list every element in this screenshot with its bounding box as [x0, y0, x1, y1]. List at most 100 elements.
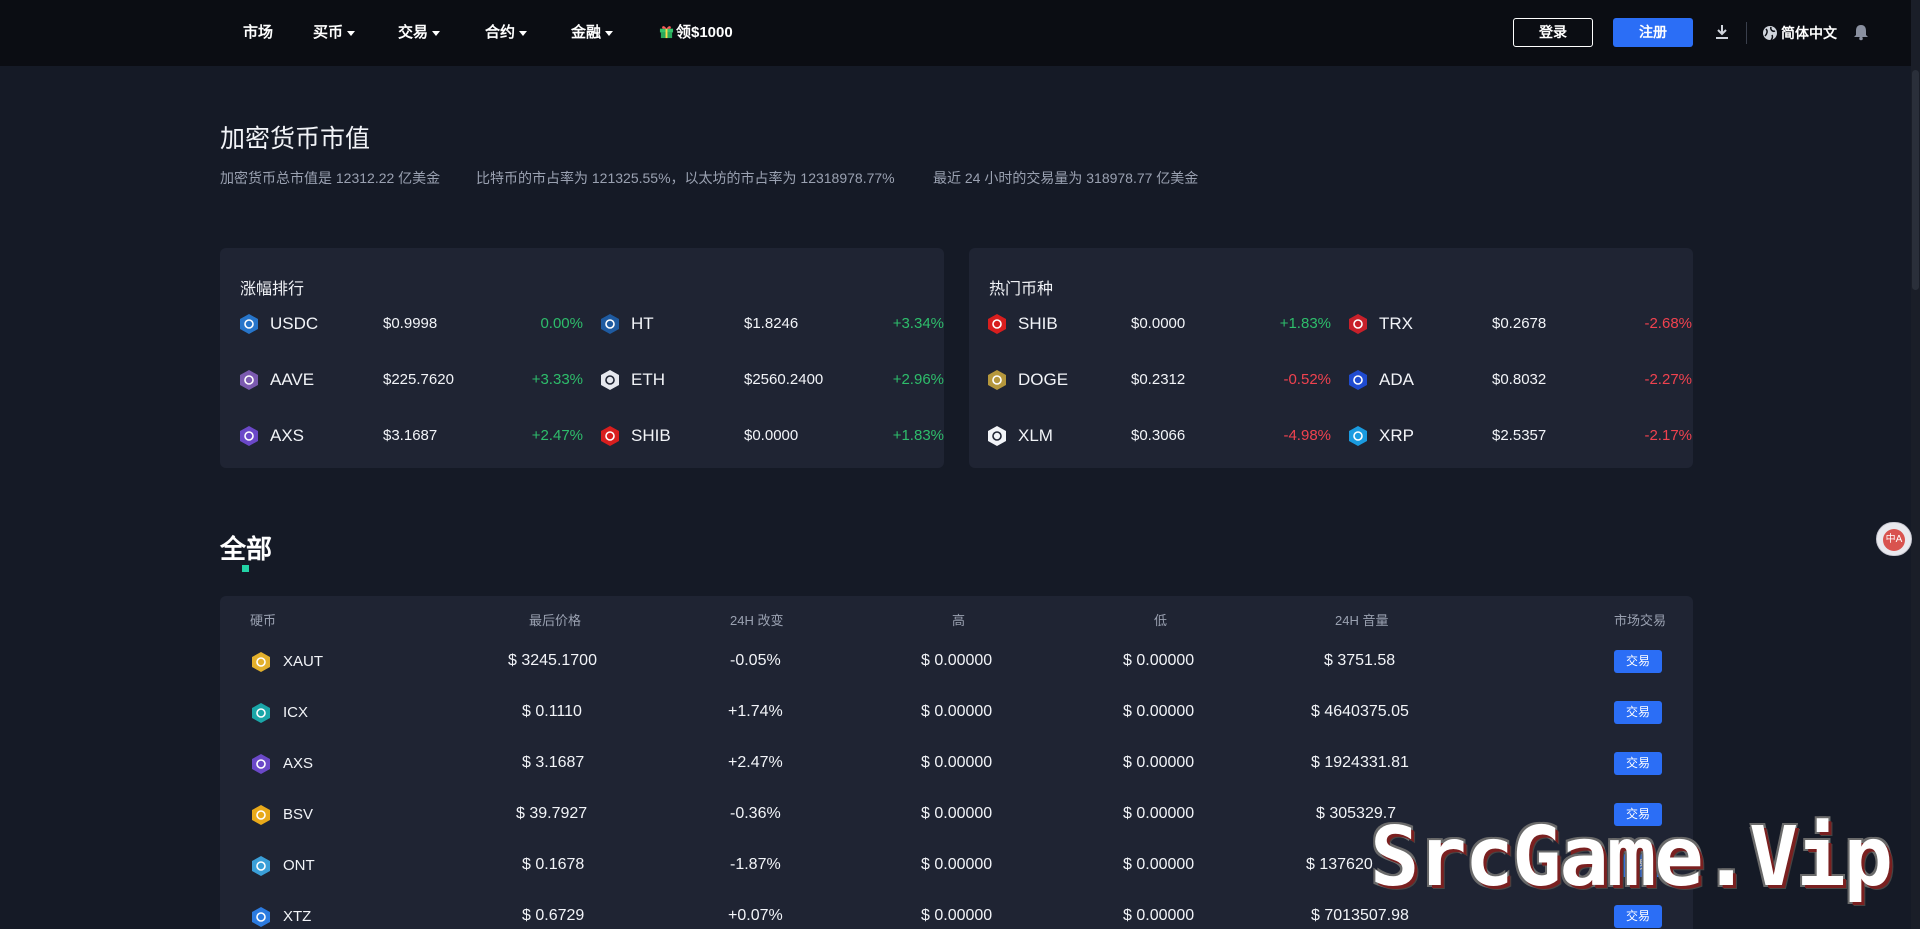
bsv-icon [250, 804, 272, 826]
axs-icon [250, 753, 272, 775]
coin-symbol: TRX [1379, 314, 1413, 333]
section-title: 全部 [220, 534, 273, 564]
translate-icon: 中A [1883, 529, 1905, 551]
coin-price: $0.0000 [744, 427, 799, 444]
trade-button[interactable]: 交易 [1614, 752, 1662, 775]
column-header-24h-volume: 24H 音量 [1335, 613, 1389, 628]
top-nav: 市场 买币 交易 合约 金融 领$1000 登录 注册 简体中文 [0, 0, 1920, 66]
xaut-icon [250, 651, 272, 673]
coin-symbol: USDC [270, 314, 319, 333]
coin-symbol: ADA [1379, 370, 1414, 389]
ranking-item[interactable]: AAVE $225.7620 +3.33% [238, 365, 583, 395]
summary-market-cap: 加密货币总市值是 12312.22 亿美金 [220, 170, 441, 186]
coin-change: +2.47% [531, 427, 583, 444]
coin-change: -4.98% [1283, 427, 1331, 444]
coin-price: $0.2678 [1492, 315, 1547, 332]
ranking-item[interactable]: XRP $2.5357 -2.17% [1347, 421, 1692, 451]
shib-icon [599, 425, 621, 447]
nav-trade[interactable]: 交易 [398, 22, 441, 44]
ranking-item[interactable]: SHIB $0.0000 +1.83% [986, 309, 1331, 339]
ranking-item[interactable]: AXS $3.1687 +2.47% [238, 421, 583, 451]
change-24h: -1.87% [730, 856, 781, 873]
nav-contract-label: 合约 [485, 24, 516, 41]
coin-change: -2.17% [1644, 427, 1692, 444]
coin-symbol: XAUT [283, 653, 324, 670]
register-button[interactable]: 注册 [1613, 18, 1693, 47]
coin-change: 0.00% [540, 315, 583, 332]
low-price: $ 0.00000 [1123, 805, 1195, 822]
download-icon[interactable] [1713, 23, 1731, 41]
chevron-down-icon [432, 30, 441, 36]
coin-symbol: BSV [283, 806, 314, 823]
column-header-24h-change: 24H 改变 [730, 613, 784, 628]
ranking-item[interactable]: HT $1.8246 +3.34% [599, 309, 944, 339]
scrollbar-track[interactable] [1911, 0, 1920, 929]
nav-finance[interactable]: 金融 [571, 22, 614, 44]
ranking-item[interactable]: DOGE $0.2312 -0.52% [986, 365, 1331, 395]
change-24h: +2.47% [728, 754, 783, 771]
ranking-item[interactable]: XLM $0.3066 -4.98% [986, 421, 1331, 451]
coin-symbol: ONT [283, 857, 315, 874]
trx-icon [1347, 313, 1369, 335]
aave-icon [238, 369, 260, 391]
ranking-item[interactable]: ADA $0.8032 -2.27% [1347, 365, 1692, 395]
table-row[interactable]: ICX $ 0.1110 +1.74% $ 0.00000 $ 0.00000 … [220, 687, 1693, 738]
trade-button[interactable]: 交易 [1614, 650, 1662, 673]
coin-symbol: AXS [283, 755, 314, 772]
last-price: $ 0.6729 [522, 907, 585, 924]
nav-market[interactable]: 市场 [243, 22, 273, 44]
change-24h: +0.07% [728, 907, 783, 924]
volume-24h: $ 4640375.05 [1311, 703, 1409, 720]
low-price: $ 0.00000 [1123, 754, 1195, 771]
login-button[interactable]: 登录 [1513, 18, 1593, 47]
coin-price: $225.7620 [383, 371, 454, 388]
table-row[interactable]: AXS $ 3.1687 +2.47% $ 0.00000 $ 0.00000 … [220, 738, 1693, 789]
coin-symbol: SHIB [1018, 314, 1058, 333]
coin-price: $0.2312 [1131, 371, 1186, 388]
nav-buy-crypto-label: 买币 [313, 24, 344, 41]
ht-icon [599, 313, 621, 335]
chevron-down-icon [347, 30, 356, 36]
ranking-item[interactable]: ETH $2560.2400 +2.96% [599, 365, 944, 395]
ranking-item[interactable]: TRX $0.2678 -2.68% [1347, 309, 1692, 339]
high-price: $ 0.00000 [921, 652, 993, 669]
coin-symbol: XLM [1018, 426, 1053, 445]
ont-icon [250, 855, 272, 877]
shib-icon [986, 313, 1008, 335]
coin-symbol: AAVE [270, 370, 315, 389]
language-label: 简体中文 [1781, 25, 1837, 41]
coin-change: -2.68% [1644, 315, 1692, 332]
last-price: $ 0.1110 [522, 703, 582, 720]
chevron-down-icon [519, 30, 528, 36]
coin-change: -0.52% [1283, 371, 1331, 388]
coin-price: $2.5357 [1492, 427, 1547, 444]
coin-symbol: DOGE [1018, 370, 1069, 389]
nav-divider [1746, 22, 1747, 44]
nav-contract[interactable]: 合约 [485, 22, 528, 44]
coin-symbol: ETH [631, 370, 665, 389]
coin-price: $3.1687 [383, 427, 438, 444]
coin-price: $0.9998 [383, 315, 438, 332]
high-price: $ 0.00000 [921, 907, 993, 924]
nav-promo[interactable]: 领$1000 [659, 22, 733, 44]
trade-button[interactable]: 交易 [1614, 905, 1662, 928]
change-24h: +1.74% [728, 703, 783, 720]
coin-price: $1.8246 [744, 315, 799, 332]
nav-buy-crypto[interactable]: 买币 [313, 22, 356, 44]
coin-symbol: ICX [283, 704, 309, 721]
ranking-item[interactable]: USDC $0.9998 0.00% [238, 309, 583, 339]
last-price: $ 3245.1700 [508, 652, 597, 669]
coin-symbol: AXS [270, 426, 305, 445]
top-gainers-card: 涨幅排行 USDC $0.9998 0.00% HT $1.8246 +3.34% AA… [220, 248, 944, 468]
column-header-coin: 硬币 [250, 613, 277, 628]
scrollbar-thumb[interactable] [1912, 70, 1919, 290]
coin-price: $0.0000 [1131, 315, 1186, 332]
table-row[interactable]: XAUT $ 3245.1700 -0.05% $ 0.00000 $ 0.00… [220, 636, 1693, 687]
translate-button[interactable]: 中A [1876, 522, 1912, 556]
language-selector[interactable]: 简体中文 [1762, 22, 1837, 44]
ranking-item[interactable]: SHIB $0.0000 +1.83% [599, 421, 944, 451]
coin-change: -2.27% [1644, 371, 1692, 388]
coin-change: +2.96% [892, 371, 944, 388]
bell-icon[interactable] [1852, 23, 1870, 41]
trade-button[interactable]: 交易 [1614, 701, 1662, 724]
